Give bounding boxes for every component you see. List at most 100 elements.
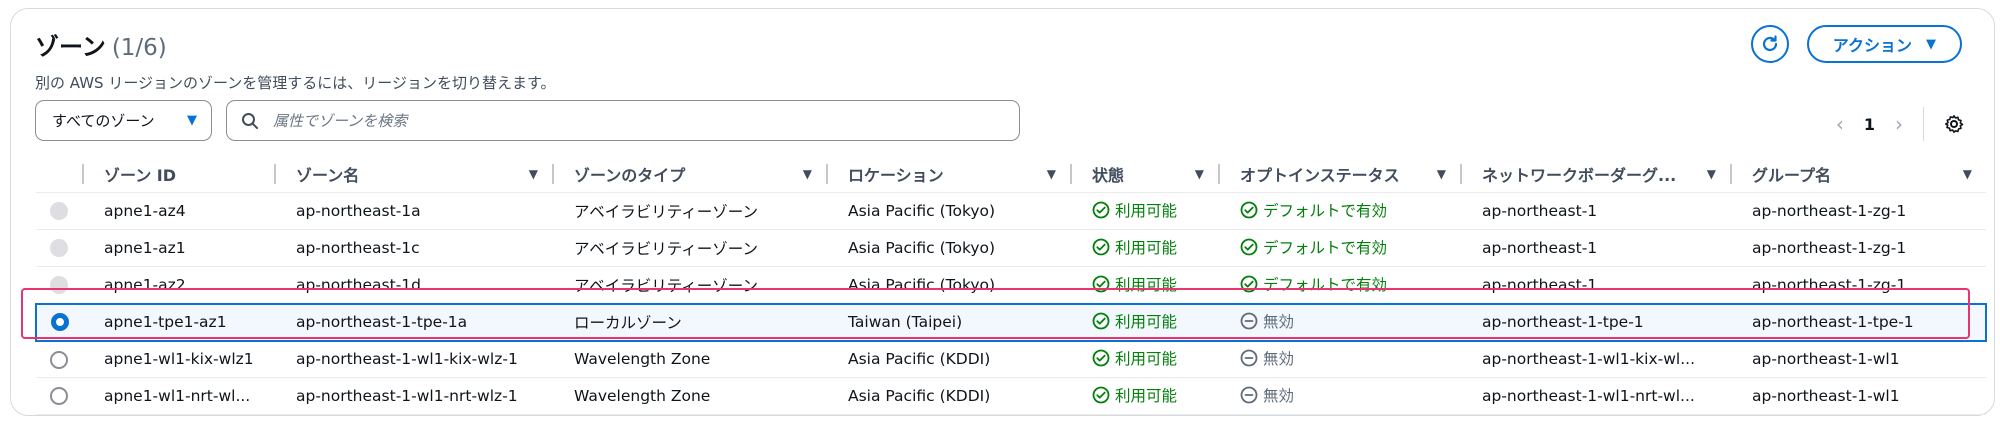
cell-group-name: ap-northeast-1-tpe-1 bbox=[1730, 302, 1987, 342]
cell-zone-id: apne1-az2 bbox=[82, 266, 274, 304]
optin-text: デフォルトで有効 bbox=[1263, 239, 1388, 257]
cell-network-border-group: ap-northeast-1 bbox=[1460, 266, 1730, 304]
cell-zone-type: アベイラビリティーゾーン bbox=[552, 192, 826, 230]
column-header-zone-id[interactable]: ゾーン ID bbox=[82, 155, 274, 193]
cell-group-name: ap-northeast-1-zg-1 bbox=[1730, 192, 1986, 230]
cell-network-border-group: ap-northeast-1 bbox=[1460, 192, 1730, 230]
cell-zone-name: ap-northeast-1-wl1-kix-wlz-1 bbox=[274, 340, 552, 378]
refresh-button[interactable] bbox=[1750, 25, 1789, 63]
cell-state: 利用可能 bbox=[1070, 377, 1218, 415]
cell-network-border-group: ap-northeast-1-tpe-1 bbox=[1460, 302, 1730, 342]
row-select-cell bbox=[36, 229, 82, 267]
page-title: ゾーン bbox=[35, 33, 106, 61]
row-select-cell bbox=[36, 340, 82, 378]
table-row[interactable]: apne1-tpe1-az1 ap-northeast-1-tpe-1a ローカルゾ… bbox=[35, 302, 1987, 342]
cell-zone-type: アベイラビリティーゾーン bbox=[552, 229, 826, 267]
cell-zone-type: Wavelength Zone bbox=[552, 340, 826, 378]
optin-text: 無効 bbox=[1263, 313, 1295, 331]
table-header-row: ゾーン ID ゾーン名 ▼ ゾーンのタイプ ▼ ロケーション ▼ 状態 ▼ オプトインス… bbox=[36, 155, 1986, 193]
zones-panel: ゾーン (1/6) 別の AWS リージョンのゾーンを管理するには、リージョンを… bbox=[10, 8, 1995, 416]
column-header-zone-type[interactable]: ゾーンのタイプ ▼ bbox=[552, 155, 826, 193]
table-row[interactable]: apne1-az2 ap-northeast-1d アベイラビリティーゾーン Asia… bbox=[36, 266, 1986, 304]
page-number[interactable]: 1 bbox=[1864, 115, 1875, 134]
table-row[interactable]: apne1-az4 ap-northeast-1a アベイラビリティーゾーン Asia… bbox=[36, 192, 1986, 230]
chevron-left-icon[interactable]: ‹ bbox=[1836, 112, 1844, 136]
cell-optin-status: デフォルトで有効 bbox=[1218, 229, 1460, 267]
column-header-state[interactable]: 状態 ▼ bbox=[1070, 155, 1218, 193]
cell-location: Asia Pacific (KDDI) bbox=[826, 340, 1070, 378]
minus-circle-icon bbox=[1240, 349, 1258, 367]
page-description: 別の AWS リージョンのゾーンを管理するには、リージョンを切り替えます。 bbox=[35, 74, 556, 92]
row-radio[interactable] bbox=[50, 387, 68, 406]
title-row: ゾーン (1/6) bbox=[35, 27, 167, 62]
column-header-zone-name[interactable]: ゾーン名 ▼ bbox=[274, 155, 552, 193]
cell-zone-name: ap-northeast-1a bbox=[274, 192, 552, 230]
cell-group-name: ap-northeast-1-zg-1 bbox=[1730, 266, 1986, 304]
cell-zone-id: apne1-wl1-kix-wlz1 bbox=[82, 340, 274, 378]
cell-zone-name: ap-northeast-1-tpe-1a bbox=[274, 302, 552, 342]
sort-icon: ▼ bbox=[1962, 166, 1972, 181]
cell-state: 利用可能 bbox=[1070, 302, 1218, 342]
state-text: 利用可能 bbox=[1115, 313, 1178, 331]
check-circle-icon bbox=[1240, 201, 1258, 219]
caret-down-icon: ▼ bbox=[187, 113, 197, 128]
search-icon bbox=[242, 112, 258, 129]
check-circle-icon bbox=[1092, 386, 1110, 404]
row-radio bbox=[50, 239, 68, 258]
row-radio[interactable] bbox=[50, 313, 69, 332]
cell-zone-id: apne1-tpe1-az1 bbox=[82, 302, 274, 342]
optin-text: デフォルトで有効 bbox=[1263, 202, 1388, 220]
sort-icon: ▼ bbox=[802, 166, 812, 181]
check-circle-icon bbox=[1092, 238, 1110, 256]
cell-optin-status: 無効 bbox=[1218, 302, 1460, 342]
cell-zone-id: apne1-az1 bbox=[82, 229, 274, 267]
zone-filter-value: すべてのゾーン bbox=[52, 112, 155, 130]
row-select-cell bbox=[35, 302, 82, 342]
check-circle-icon bbox=[1092, 312, 1110, 330]
state-text: 利用可能 bbox=[1115, 202, 1178, 220]
cell-location: Asia Pacific (KDDI) bbox=[826, 377, 1070, 415]
cell-location: Asia Pacific (Tokyo) bbox=[826, 192, 1070, 230]
sort-icon: ▼ bbox=[1706, 166, 1716, 181]
table-row[interactable]: apne1-wl1-kix-wlz1 ap-northeast-1-wl1-kix… bbox=[36, 340, 1986, 378]
optin-text: 無効 bbox=[1263, 350, 1295, 369]
chevron-right-icon[interactable]: › bbox=[1895, 112, 1903, 136]
table-row[interactable]: apne1-az1 ap-northeast-1c アベイラビリティーゾーン Asia… bbox=[36, 229, 1986, 267]
cell-zone-type: Wavelength Zone bbox=[552, 377, 826, 415]
cell-optin-status: 無効 bbox=[1218, 377, 1460, 415]
actions-button[interactable]: アクション ▼ bbox=[1806, 25, 1962, 63]
gear-icon[interactable] bbox=[1944, 114, 1964, 134]
state-text: 利用可能 bbox=[1115, 350, 1178, 369]
optin-text: デフォルトで有効 bbox=[1263, 275, 1388, 294]
cell-optin-status: デフォルトで有効 bbox=[1218, 266, 1460, 304]
search-box[interactable] bbox=[226, 100, 1020, 141]
optin-text: 無効 bbox=[1263, 387, 1295, 405]
sort-icon: ▼ bbox=[1046, 166, 1056, 181]
column-header-optin-status[interactable]: オプトインステータス ▼ bbox=[1218, 155, 1460, 193]
cell-state: 利用可能 bbox=[1070, 229, 1218, 267]
state-text: 利用可能 bbox=[1115, 239, 1178, 257]
column-header-group-name[interactable]: グループ名 ▼ bbox=[1730, 155, 1986, 193]
cell-optin-status: 無効 bbox=[1218, 340, 1460, 378]
column-header-select bbox=[36, 155, 82, 193]
cell-group-name: ap-northeast-1-zg-1 bbox=[1730, 229, 1986, 267]
check-circle-icon bbox=[1092, 349, 1110, 367]
check-circle-icon bbox=[1092, 201, 1110, 219]
column-header-location[interactable]: ロケーション ▼ bbox=[826, 155, 1070, 193]
check-circle-icon bbox=[1240, 238, 1258, 256]
sort-icon: ▼ bbox=[1436, 166, 1446, 181]
divider bbox=[1923, 107, 1924, 141]
state-text: 利用可能 bbox=[1115, 275, 1178, 294]
column-header-network-border-group[interactable]: ネットワークボーダーグ... ▼ bbox=[1460, 155, 1730, 193]
row-radio[interactable] bbox=[50, 350, 68, 369]
pagination: ‹ 1 › bbox=[1836, 107, 1964, 141]
cell-state: 利用可能 bbox=[1070, 340, 1218, 378]
actions-label: アクション bbox=[1832, 36, 1912, 55]
cell-zone-id: apne1-az4 bbox=[82, 192, 274, 230]
row-select-cell bbox=[36, 192, 82, 230]
table-row[interactable]: apne1-wl1-nrt-wl... ap-northeast-1-wl1-nr… bbox=[36, 377, 1986, 415]
cell-network-border-group: ap-northeast-1-wl1-kix-wl... bbox=[1460, 340, 1730, 378]
zone-filter-select[interactable]: すべてのゾーン ▼ bbox=[35, 100, 212, 141]
search-input[interactable] bbox=[271, 110, 1005, 131]
cell-optin-status: デフォルトで有効 bbox=[1218, 192, 1460, 230]
